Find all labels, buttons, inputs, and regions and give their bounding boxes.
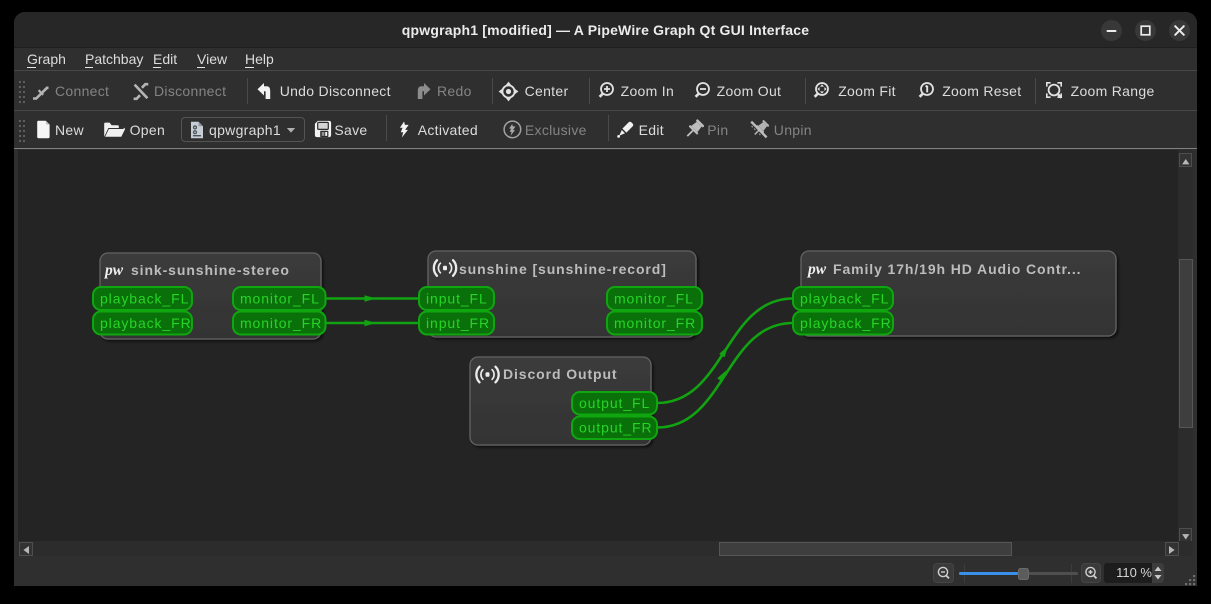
svg-text:playback_FL: playback_FL: [100, 291, 189, 307]
svg-text:monitor_FR: monitor_FR: [614, 315, 696, 331]
svg-text:input_FL: input_FL: [426, 291, 488, 307]
svg-text:input_FR: input_FR: [426, 315, 490, 331]
svg-text:pw: pw: [103, 262, 124, 279]
svg-text:monitor_FL: monitor_FL: [614, 291, 694, 307]
svg-text:monitor_FL: monitor_FL: [240, 291, 320, 307]
svg-text:Discord Output: Discord Output: [503, 366, 617, 382]
svg-text:output_FR: output_FR: [579, 420, 652, 436]
svg-text:pw: pw: [806, 261, 827, 278]
svg-text:sink-sunshine-stereo: sink-sunshine-stereo: [131, 262, 290, 278]
svg-text:sunshine [sunshine-record]: sunshine [sunshine-record]: [459, 261, 667, 277]
svg-text:output_FL: output_FL: [579, 395, 650, 411]
svg-text:playback_FL: playback_FL: [800, 291, 889, 307]
svg-text:monitor_FR: monitor_FR: [240, 315, 322, 331]
svg-text:Family 17h/19h HD Audio Contr.: Family 17h/19h HD Audio Contr...: [833, 261, 1081, 277]
svg-text:playback_FR: playback_FR: [800, 315, 892, 331]
svg-text:playback_FR: playback_FR: [100, 315, 192, 331]
